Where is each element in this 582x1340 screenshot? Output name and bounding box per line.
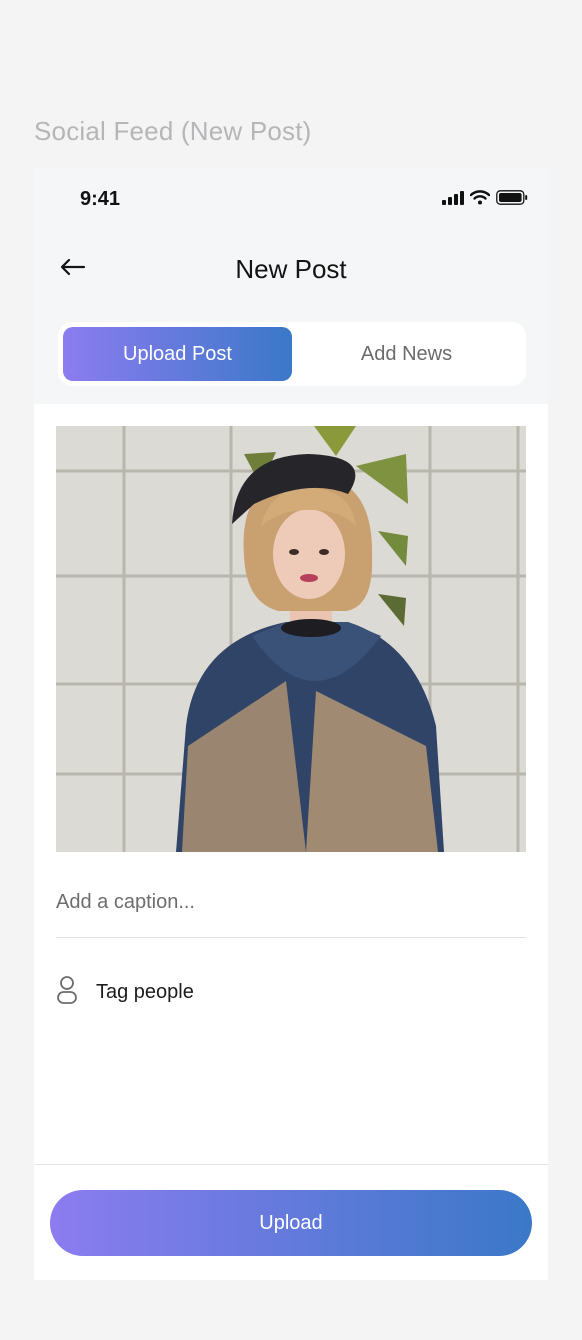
header-area: 9:41 New Post Upload Post Add News (34, 168, 548, 404)
tag-people-button[interactable]: Tag people (56, 972, 194, 1012)
page-title: New Post (235, 254, 347, 284)
person-icon (56, 975, 78, 1010)
signal-icon (442, 190, 464, 210)
post-image[interactable] (56, 426, 526, 852)
caption-input[interactable] (56, 868, 526, 938)
bottom-bar: Upload (34, 1164, 548, 1280)
status-icons (442, 190, 528, 210)
frame-title: Social Feed (New Post) (34, 116, 312, 146)
post-type-tabs: Upload Post Add News (58, 322, 526, 386)
battery-icon (496, 190, 528, 210)
tab-upload-post[interactable]: Upload Post (63, 327, 292, 381)
wifi-icon (469, 190, 491, 210)
status-time: 9:41 (80, 188, 121, 210)
phone-screen: 9:41 New Post Upload Post Add News Add a… (34, 168, 548, 1280)
tab-add-news[interactable]: Add News (292, 327, 521, 381)
tag-people-label: Tag people (96, 980, 194, 1003)
post-image-illustration (56, 426, 526, 852)
upload-button[interactable]: Upload (50, 1190, 532, 1256)
